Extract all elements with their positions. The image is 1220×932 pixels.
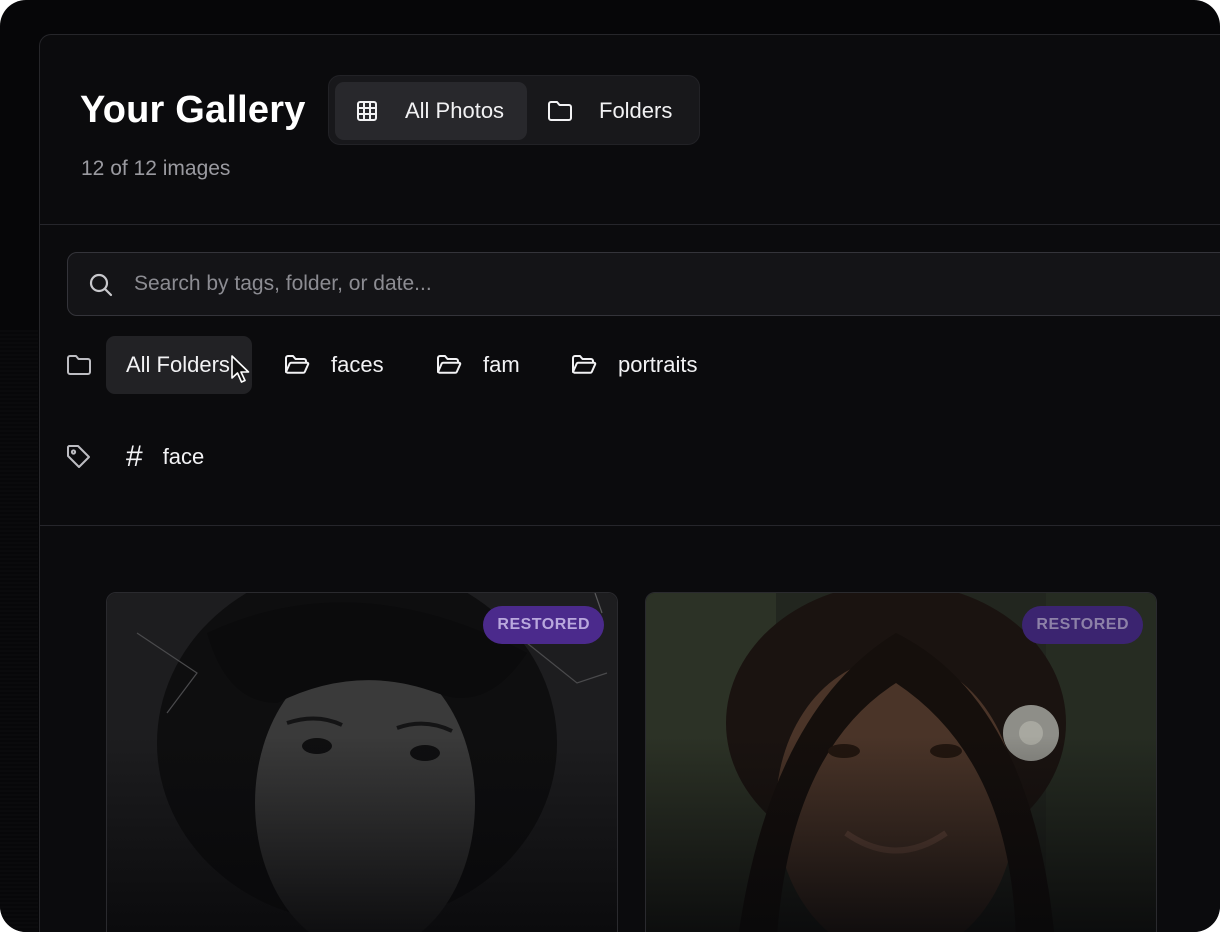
app-frame: Your Gallery 12 of 12 images All Photos … [0, 0, 1220, 932]
tag-chip-label: face [162, 444, 205, 469]
hash-icon: # [126, 440, 143, 473]
tag-chip-face[interactable]: # face [126, 439, 204, 475]
folder-chip-label: fam [483, 352, 520, 377]
header-divider [40, 224, 1220, 225]
folder-chip-faces[interactable]: faces [284, 336, 384, 394]
folder-open-icon [572, 355, 597, 374]
mouse-cursor-icon [231, 355, 250, 383]
folder-open-icon [437, 355, 462, 374]
folder-icon [548, 101, 572, 121]
folder-chip-portraits[interactable]: portraits [571, 336, 697, 394]
all-photos-label: All Photos [405, 98, 505, 123]
all-photos-tab[interactable]: All Photos [335, 82, 527, 140]
search-icon [89, 273, 113, 297]
photo-card[interactable]: RESTORED [106, 592, 618, 932]
status-badge: RESTORED [483, 606, 604, 644]
folder-chip-label: All Folders [126, 352, 230, 377]
image-count: 12 of 12 images [81, 157, 231, 180]
search-input[interactable]: Search by tags, folder, or date... [67, 252, 1220, 316]
photo-card[interactable]: RESTORED [645, 592, 1157, 932]
folder-icon [67, 355, 91, 375]
status-badge: RESTORED [1022, 606, 1143, 644]
page-title: Your Gallery [80, 89, 306, 131]
gallery-window: Your Gallery 12 of 12 images All Photos … [39, 34, 1220, 932]
folders-label: Folders [599, 98, 673, 123]
folder-chip-label: faces [331, 352, 384, 377]
background-edge [0, 330, 38, 932]
grid-icon [357, 101, 377, 121]
folder-chip-label: portraits [618, 352, 698, 377]
folder-open-icon [285, 355, 310, 374]
folders-tab[interactable]: Folders [547, 82, 697, 140]
view-toggle: All Photos Folders [328, 75, 700, 145]
search-placeholder: Search by tags, folder, or date... [134, 272, 432, 295]
tag-icon [67, 445, 90, 468]
filters-divider [40, 525, 1220, 526]
folder-chip-fam[interactable]: fam [436, 336, 520, 394]
